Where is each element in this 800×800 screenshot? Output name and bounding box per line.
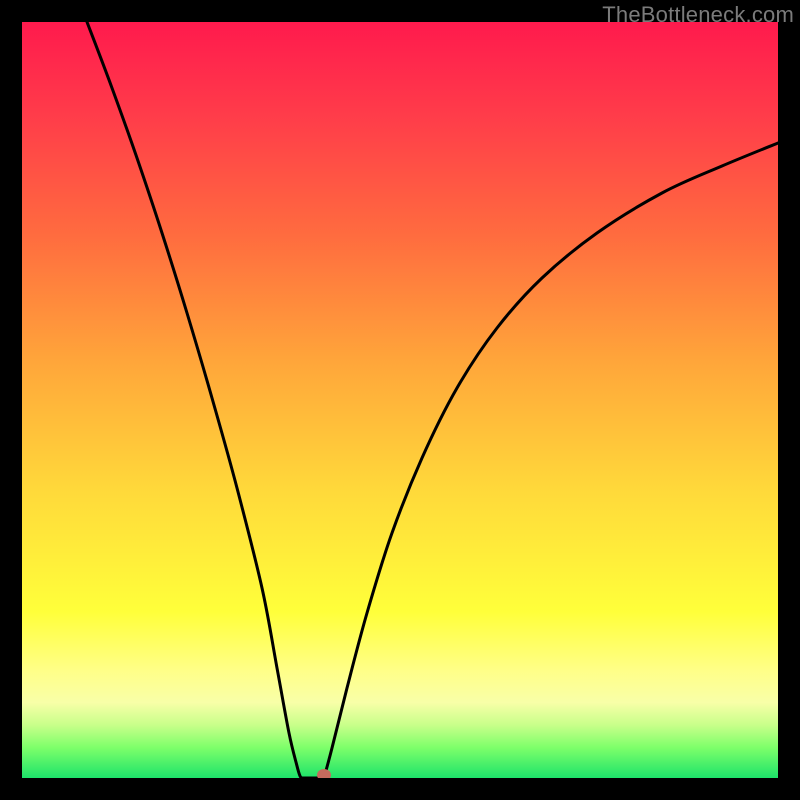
curve-layer — [22, 22, 778, 778]
bottleneck-curve — [87, 22, 778, 778]
watermark-text: TheBottleneck.com — [602, 2, 794, 28]
optimal-point-marker — [317, 769, 331, 778]
plot-area — [22, 22, 778, 778]
outer-frame: TheBottleneck.com — [0, 0, 800, 800]
